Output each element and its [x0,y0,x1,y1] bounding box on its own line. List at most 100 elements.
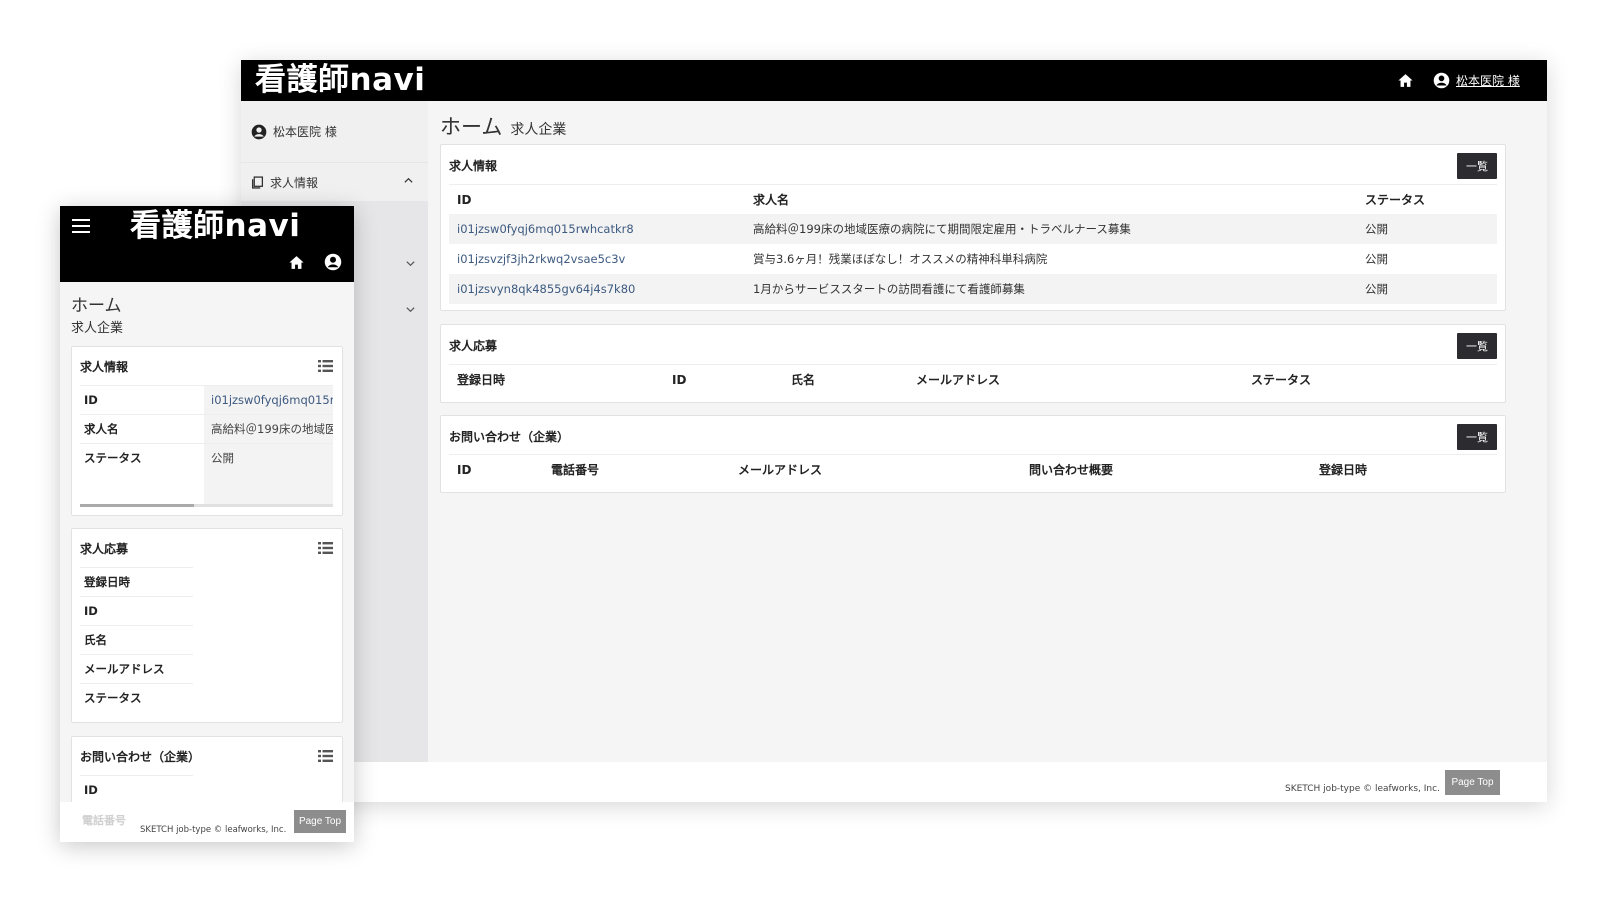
list-icon[interactable] [318,750,333,762]
job-id-link[interactable]: i01jzsvyn8qk4855gv64j4s7k80 [457,274,635,304]
list-icon[interactable] [318,360,333,372]
sidebar-user: 松本医院 様 [241,101,428,162]
home-icon[interactable] [288,254,305,271]
user-circle-icon[interactable] [324,253,342,271]
job-status: 公開 [1365,252,1388,266]
field-row: 登録日時 [80,567,193,596]
applications-card: 求人応募 一覧 登録日時 ID 氏名 メールアドレス ステータス [440,324,1506,403]
field-row: ステータス [80,683,193,712]
copyright: SKETCH job-type © leafworks, Inc. [1285,784,1440,794]
page-subtitle: 求人企業 [71,321,124,336]
card-title: 求人情報 [449,159,498,173]
main-content: ホーム 求人企業 求人情報 一覧 ID 求人名 ステータス i01jzsw0fy… [428,101,1547,762]
row-key: メールアドレス [84,662,165,676]
card-title: 求人応募 [80,542,129,556]
chevron-down-icon[interactable] [405,304,416,315]
job-info-card: 求人情報 一覧 ID 求人名 ステータス i01jzsw0fyqj6mq015r… [440,144,1506,311]
row-key: 登録日時 [84,575,130,589]
column-header: メールアドレス [738,463,823,477]
column-header: 氏名 [791,373,816,387]
row-value: 公開 [204,444,333,504]
detail-row: ステータス 公開 [80,443,333,504]
job-name: 1月からサービススタートの訪問看護にて看護師募集 [753,282,1025,296]
table-row[interactable]: i01jzsvyn8qk4855gv64j4s7k80 1月からサービススタート… [449,274,1497,304]
inquiries-list-button[interactable]: 一覧 [1457,424,1497,450]
column-header: 電話番号 [551,463,600,477]
job-name: 高給料＠199床の地域医療の病院にて期間限定雇用・トラベルナース募集 [753,222,1131,236]
page-subtitle: 求人企業 [510,122,567,138]
job-id-link[interactable]: i01jzsw0fyqj6mq015rwhcatkr8 [457,214,634,244]
row-key: ID [84,393,98,407]
job-status: 公開 [1365,282,1388,296]
desktop-header: 看護師navi 松本医院 様 [241,60,1547,101]
horizontal-scrollbar[interactable] [80,504,333,507]
column-header: ID [672,373,687,387]
table-row[interactable]: i01jzsw0fyqj6mq015rwhcatkr8 高給料＠199床の地域医… [449,214,1497,244]
mobile-header: 看護師navi [60,206,354,282]
job-id-link[interactable]: i01jzsvzjf3jh2rkwq2vsae5c3v [457,244,625,274]
column-header: 求人名 [753,193,790,207]
column-header: ステータス [1365,193,1426,207]
header-user-label: 松本医院 様 [1456,74,1520,88]
card-title: お問い合わせ（企業） [80,750,201,764]
field-row: ID [80,775,193,804]
row-key: 求人名 [84,422,119,436]
applications-card: 求人応募 登録日時 ID 氏名 メールアドレス ステータス [71,528,343,723]
user-circle-icon [251,124,267,140]
column-header: 問い合わせ概要 [1029,463,1114,477]
chevron-up-icon[interactable] [403,175,414,186]
column-header: ステータス [1251,373,1312,387]
row-value: 高給料＠199床の地域医… [204,415,333,444]
header-user-link[interactable]: 松本医院 様 [1433,71,1520,90]
applications-list-button[interactable]: 一覧 [1457,333,1497,359]
card-title: 求人情報 [80,360,129,374]
list-icon[interactable] [318,542,333,554]
faded-row-key: 電話番号 [82,814,126,827]
hamburger-menu-icon[interactable] [72,219,90,233]
scrollbar-thumb[interactable] [80,504,194,507]
column-header: 登録日時 [1319,463,1368,477]
row-key: ID [84,783,98,797]
field-row: ID [80,596,193,625]
chevron-down-icon[interactable] [405,258,416,269]
job-id-link[interactable]: i01jzsw0fyqj6mq015rw… [204,386,333,415]
column-header: ID [457,463,472,477]
column-header: 登録日時 [457,373,506,387]
sidebar-user-label: 松本医院 様 [273,125,337,139]
logo[interactable]: 看護師navi [255,62,425,98]
sidebar-item-jobs[interactable]: 求人情報 [241,163,428,201]
job-name: 賞与3.6ヶ月！残業ほぼなし！オススメの精神科単科病院 [753,252,1048,266]
card-title: 求人応募 [449,339,498,353]
field-row: 氏名 [80,625,193,654]
card-title: お問い合わせ（企業） [449,430,570,444]
detail-row: 求人名 高給料＠199床の地域医… [80,414,333,444]
page-top-button[interactable]: Page Top [1445,770,1500,795]
table-row[interactable]: i01jzsvzjf3jh2rkwq2vsae5c3v 賞与3.6ヶ月！残業ほぼ… [449,244,1497,274]
mobile-window: 看護師navi ホーム 求人企業 求人情報 ID i01jzsw0fyqj6mq… [60,206,354,842]
desktop-window: 看護師navi 松本医院 様 松本医院 様 求人情報 ホーム 求人企業 求人情報… [241,60,1547,802]
column-header: メールアドレス [916,373,1001,387]
sidebar-item-label: 求人情報 [270,175,319,190]
inquiries-card: お問い合わせ（企業） 一覧 ID 電話番号 メールアドレス 問い合わせ概要 登録… [440,415,1506,493]
row-key: ステータス [84,451,142,465]
field-row: メールアドレス [80,654,193,683]
detail-row: ID i01jzsw0fyqj6mq015rw… [80,385,333,415]
table-header: 登録日時 ID 氏名 メールアドレス ステータス [449,364,1497,394]
user-circle-icon [1433,72,1450,89]
copyright: SKETCH job-type © leafworks, Inc. [140,825,287,835]
row-key: ステータス [84,691,142,705]
home-icon[interactable] [1397,72,1414,89]
job-info-list-button[interactable]: 一覧 [1457,153,1497,179]
table-header: ID 電話番号 メールアドレス 問い合わせ概要 登録日時 [449,454,1497,484]
page-top-button[interactable]: Page Top [294,810,346,833]
logo[interactable]: 看護師navi [130,207,300,245]
document-icon [251,175,264,189]
page-title: ホーム [71,296,122,316]
page-title: ホーム 求人企業 [440,111,566,141]
job-status: 公開 [1365,222,1388,236]
footer: SKETCH job-type © leafworks, Inc. Page T… [241,762,1547,802]
page-title-text: ホーム [440,115,503,139]
row-key: 氏名 [84,633,107,647]
column-header: ID [457,193,472,207]
job-info-card: 求人情報 ID i01jzsw0fyqj6mq015rw… 求人名 高給料＠19… [71,346,343,516]
